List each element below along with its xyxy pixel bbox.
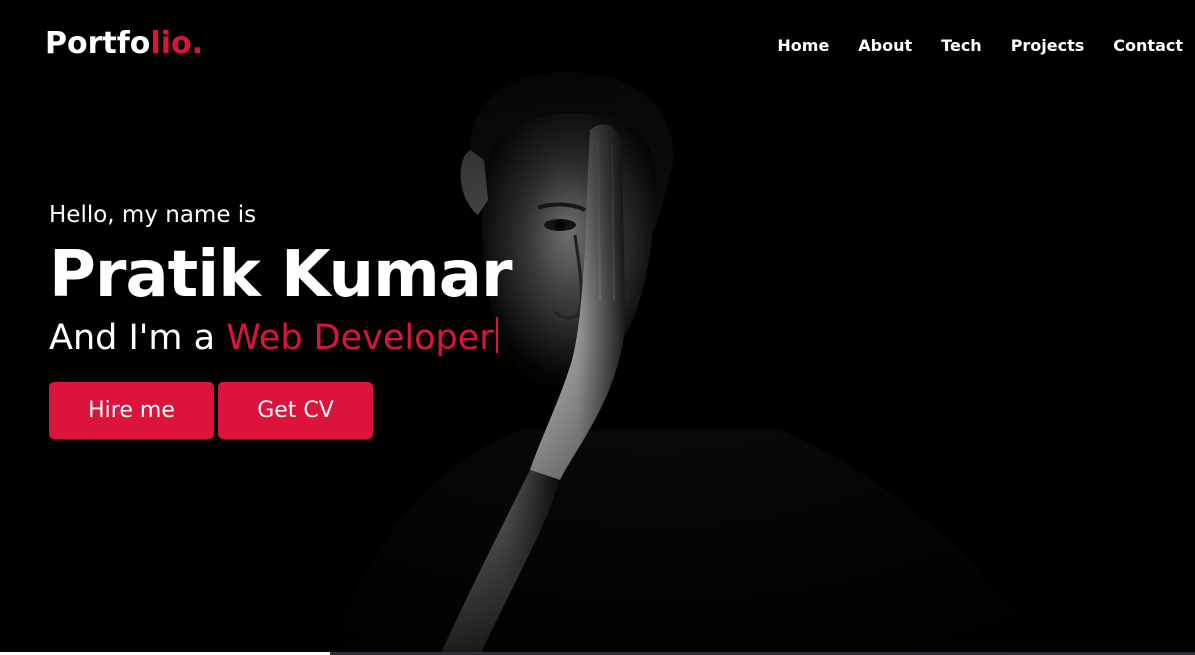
hero-buttons: Hire me Get CV [49,382,512,439]
logo-accent-text: lio. [150,26,203,61]
logo[interactable]: Portfolio. [45,26,203,61]
hero-role-prefix: And I'm a [49,318,216,358]
nav-menu: Home About Tech Projects Contact [748,36,1183,55]
nav-item-tech[interactable]: Tech [941,36,982,55]
nav-item-contact[interactable]: Contact [1113,36,1183,55]
nav-item-about[interactable]: About [858,36,912,55]
hero-content: Hello, my name is Pratik Kumar And I'm a… [49,198,512,439]
hero-name: Pratik Kumar [49,238,512,312]
nav-item-projects[interactable]: Projects [1011,36,1085,55]
home-section: Portfolio. Home About Tech Projects Cont… [0,0,1195,655]
get-cv-button[interactable]: Get CV [218,382,373,439]
hero-role: And I'm a Web Developer [49,314,512,362]
hero-greeting: Hello, my name is [49,202,257,228]
typing-cursor [495,317,498,353]
nav-item-home[interactable]: Home [777,36,829,55]
navbar: Portfolio. Home About Tech Projects Cont… [0,0,1195,92]
hero-role-typed: Web Developer [226,318,494,358]
logo-main-text: Portfo [45,26,151,61]
hire-me-button[interactable]: Hire me [49,382,214,439]
